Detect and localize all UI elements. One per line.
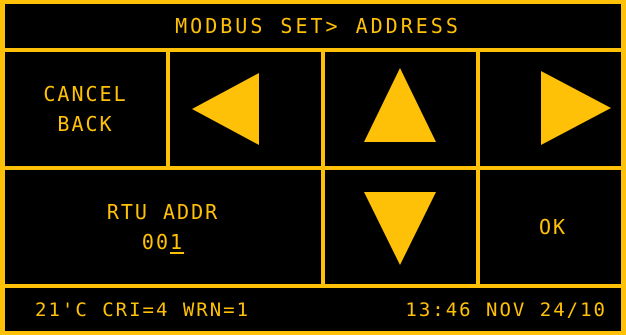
up-arrow-button[interactable]	[325, 52, 476, 166]
triangle-down-icon	[364, 192, 436, 265]
rtu-address-value-cursor: 1	[170, 230, 185, 254]
back-label: BACK	[57, 112, 114, 136]
down-arrow-button[interactable]	[325, 170, 476, 284]
bottom-border	[5, 331, 626, 335]
status-readings: 21'C CRI=4 WRN=1	[35, 298, 251, 321]
right-arrow-button[interactable]	[480, 52, 626, 166]
page-title: MODBUS SET> ADDRESS	[175, 14, 461, 38]
status-datetime: 13:46 NOV 24/10	[405, 298, 607, 321]
ok-label: OK	[538, 215, 568, 239]
triangle-right-icon	[541, 71, 611, 145]
triangle-up-icon	[364, 68, 436, 142]
cancel-back-button[interactable]: CANCEL BACK	[5, 52, 166, 166]
cancel-back-label: CANCEL BACK	[43, 79, 127, 139]
left-arrow-button[interactable]	[170, 52, 321, 166]
rtu-address-field: RTU ADDR 001	[5, 170, 321, 284]
rtu-address-block: RTU ADDR 001	[107, 197, 219, 257]
ok-button[interactable]: OK	[480, 170, 626, 284]
cancel-label: CANCEL	[43, 82, 128, 106]
rtu-address-label: RTU ADDR	[106, 200, 220, 224]
rtu-address-value: 001	[107, 227, 219, 257]
triangle-left-icon	[192, 73, 259, 145]
rtu-address-value-prefix: 00	[141, 230, 171, 254]
status-bar: 21'C CRI=4 WRN=1 13:46 NOV 24/10	[5, 288, 626, 331]
hmi-screen: MODBUS SET> ADDRESS CANCEL BACK RTU ADDR…	[0, 0, 626, 335]
